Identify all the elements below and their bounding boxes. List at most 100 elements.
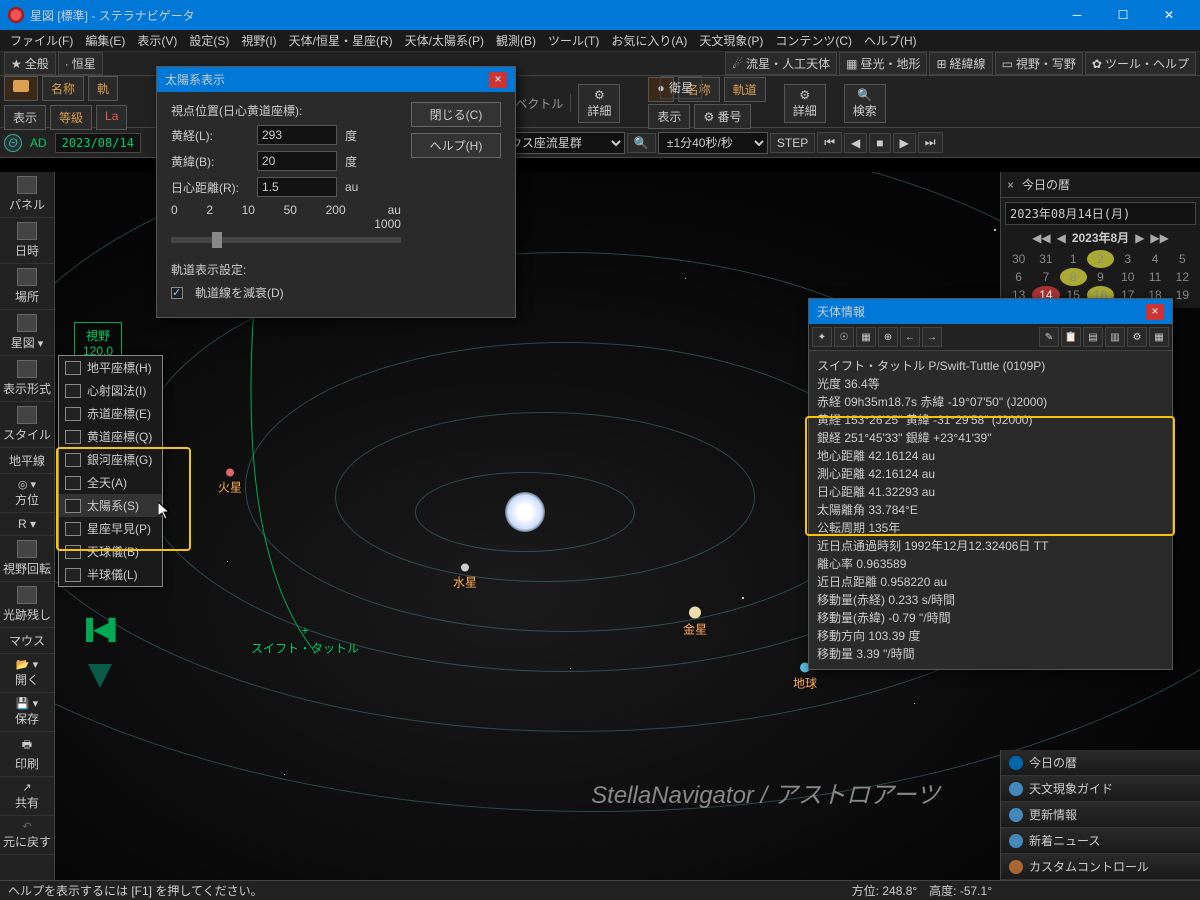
display-label[interactable]: 表示 <box>4 105 46 130</box>
cal-prev2[interactable]: ◀◀ <box>1032 231 1050 245</box>
lp-trail[interactable]: 光跡残し <box>0 582 54 628</box>
dist-slider[interactable] <box>171 237 401 243</box>
link-guide[interactable]: 天文現象ガイド <box>1001 776 1200 802</box>
menu-stars[interactable]: 天体/恒星・星座(R) <box>283 30 399 51</box>
lp-style[interactable]: スタイル <box>0 402 54 448</box>
ctx-hemisphere[interactable]: 半球儀(L) <box>59 563 162 586</box>
info-tb7[interactable]: ✎ <box>1039 327 1059 347</box>
link-update[interactable]: 更新情報 <box>1001 802 1200 828</box>
forward-button[interactable]: ⏭ <box>918 132 943 153</box>
tab-stars[interactable]: · 恒星 <box>58 52 103 75</box>
ctx-ecliptic[interactable]: 黄道座標(Q) <box>59 425 162 448</box>
lat-input[interactable] <box>257 151 337 171</box>
maximize-button[interactable]: ☐ <box>1100 0 1146 30</box>
info-tb10[interactable]: ▥ <box>1105 327 1125 347</box>
minimize-button[interactable]: ─ <box>1054 0 1100 30</box>
lp-chart[interactable]: 星図 ▾ <box>0 310 54 356</box>
comet-swift-tuttle[interactable]: +スイフト・タットル <box>251 624 359 657</box>
step-icon[interactable]: STEP <box>770 133 815 153</box>
rp-close[interactable]: × <box>1007 178 1014 192</box>
info-close[interactable]: × <box>1146 304 1164 320</box>
grade-button[interactable]: 等級 <box>50 105 92 130</box>
tab-meteor[interactable]: ☄ 流星・人工天体 <box>725 52 837 75</box>
dim-orbit-check[interactable] <box>171 287 183 299</box>
lp-azimuth[interactable]: ◎ ▾方位 <box>0 474 54 513</box>
orbit-button[interactable]: 軌 <box>88 76 118 101</box>
menu-tools[interactable]: ツール(T) <box>542 30 605 51</box>
cal-next[interactable]: ▶ <box>1135 231 1144 245</box>
link-news[interactable]: 新着ニュース <box>1001 828 1200 854</box>
name-button[interactable]: 名称 <box>42 76 84 101</box>
lp-horizon[interactable]: 地平線 <box>0 448 54 474</box>
dlg-close[interactable]: × <box>489 72 507 88</box>
lon-input[interactable] <box>257 125 337 145</box>
tab-general[interactable]: ★ 全般 <box>4 52 56 75</box>
la-button[interactable]: La <box>96 105 127 130</box>
menu-file[interactable]: ファイル(F) <box>4 30 79 51</box>
menu-solar[interactable]: 天体/太陽系(P) <box>399 30 490 51</box>
lp-displaymode[interactable]: 表示形式 <box>0 356 54 402</box>
ctx-equatorial[interactable]: 赤道座標(E) <box>59 402 162 425</box>
lp-panel[interactable]: パネル <box>0 172 54 218</box>
info-tb11[interactable]: ⚙ <box>1127 327 1147 347</box>
lp-r[interactable]: R ▾ <box>0 513 54 536</box>
sat-display[interactable]: 表示 <box>648 104 690 129</box>
info-tb3[interactable]: ▦ <box>856 327 876 347</box>
menu-fav[interactable]: お気に入り(A) <box>605 30 693 51</box>
lp-datetime[interactable]: 日時 <box>0 218 54 264</box>
sat-orbit[interactable]: 軌道 <box>724 77 766 102</box>
lp-share[interactable]: ↗共有 <box>0 777 54 816</box>
detail2-button[interactable]: ⚙詳細 <box>784 84 826 123</box>
date-display[interactable]: 2023/08/14 <box>55 133 141 153</box>
ctx-solar[interactable]: 太陽系(S) <box>59 494 162 517</box>
rewind-button[interactable]: ⏮ <box>817 132 842 153</box>
lp-open[interactable]: 📂 ▾開く <box>0 654 54 693</box>
info-tb8[interactable]: 📋 <box>1061 327 1081 347</box>
lp-rotate[interactable]: 視野回転 <box>0 536 54 582</box>
planet-mars[interactable]: 火星 <box>218 469 242 496</box>
lp-print[interactable]: 🖶印刷 <box>0 732 54 777</box>
calendar[interactable]: ◀◀◀2023年8月▶▶▶ 303112345 6789101112 13141… <box>1005 229 1196 304</box>
info-tb6[interactable]: → <box>922 327 942 347</box>
menu-phenom[interactable]: 天文現象(P) <box>693 30 769 51</box>
close-button[interactable]: ✕ <box>1146 0 1192 30</box>
dist-input[interactable] <box>257 177 337 197</box>
tab-toolhelp[interactable]: ✿ ツール・ヘルプ <box>1085 52 1196 75</box>
detail-button[interactable]: ⚙詳細 <box>578 84 620 123</box>
stop-button[interactable]: ■ <box>869 133 890 153</box>
planet-mercury[interactable]: 水星 <box>453 564 477 591</box>
menu-edit[interactable]: 編集(E) <box>79 30 131 51</box>
lp-mouse[interactable]: マウス <box>0 628 54 654</box>
lp-place[interactable]: 場所 <box>0 264 54 310</box>
info-tb5[interactable]: ← <box>900 327 920 347</box>
ctx-globe[interactable]: 天球儀(B) <box>59 540 162 563</box>
step-select[interactable]: ±1分40秒/秒 <box>658 132 768 154</box>
dlg-help-btn[interactable]: ヘルプ(H) <box>411 133 501 158</box>
info-tb4[interactable]: ⊕ <box>878 327 898 347</box>
cal-next2[interactable]: ▶▶ <box>1150 231 1168 245</box>
info-tb9[interactable]: ▤ <box>1083 327 1103 347</box>
magnify-button[interactable]: 🔍 <box>627 133 656 153</box>
link-custom[interactable]: カスタムコントロール <box>1001 854 1200 880</box>
info-tb2[interactable]: ☉ <box>834 327 854 347</box>
ctx-horizon[interactable]: 地平座標(H) <box>59 356 162 379</box>
sun[interactable] <box>505 492 545 532</box>
planet-venus[interactable]: 金星 <box>683 607 707 638</box>
menu-help[interactable]: ヘルプ(H) <box>858 30 923 51</box>
info-tb1[interactable]: ✦ <box>812 327 832 347</box>
lp-undo[interactable]: ↶元に戻す <box>0 816 54 855</box>
menu-contents[interactable]: コンテンツ(C) <box>769 30 858 51</box>
marker-left[interactable]: ▐◀▌ <box>79 617 123 642</box>
menu-observe[interactable]: 観測(B) <box>490 30 542 51</box>
display-toggle[interactable] <box>4 76 38 101</box>
tab-daylight[interactable]: ▦ 昼光・地形 <box>839 52 927 75</box>
ctx-allsky[interactable]: 全天(A) <box>59 471 162 494</box>
search-button[interactable]: 🔍検索 <box>844 84 886 123</box>
lp-save[interactable]: 💾 ▾保存 <box>0 693 54 732</box>
ctx-planisphere[interactable]: 星座早見(P) <box>59 517 162 540</box>
playback-button[interactable]: ◀ <box>844 133 867 153</box>
tab-grid[interactable]: ⊞ 経緯線 <box>929 52 992 75</box>
clock-icon[interactable]: Θ <box>4 134 22 152</box>
sat-number[interactable]: ⚙ 番号 <box>694 104 750 129</box>
ctx-gnomonic[interactable]: 心射図法(I) <box>59 379 162 402</box>
